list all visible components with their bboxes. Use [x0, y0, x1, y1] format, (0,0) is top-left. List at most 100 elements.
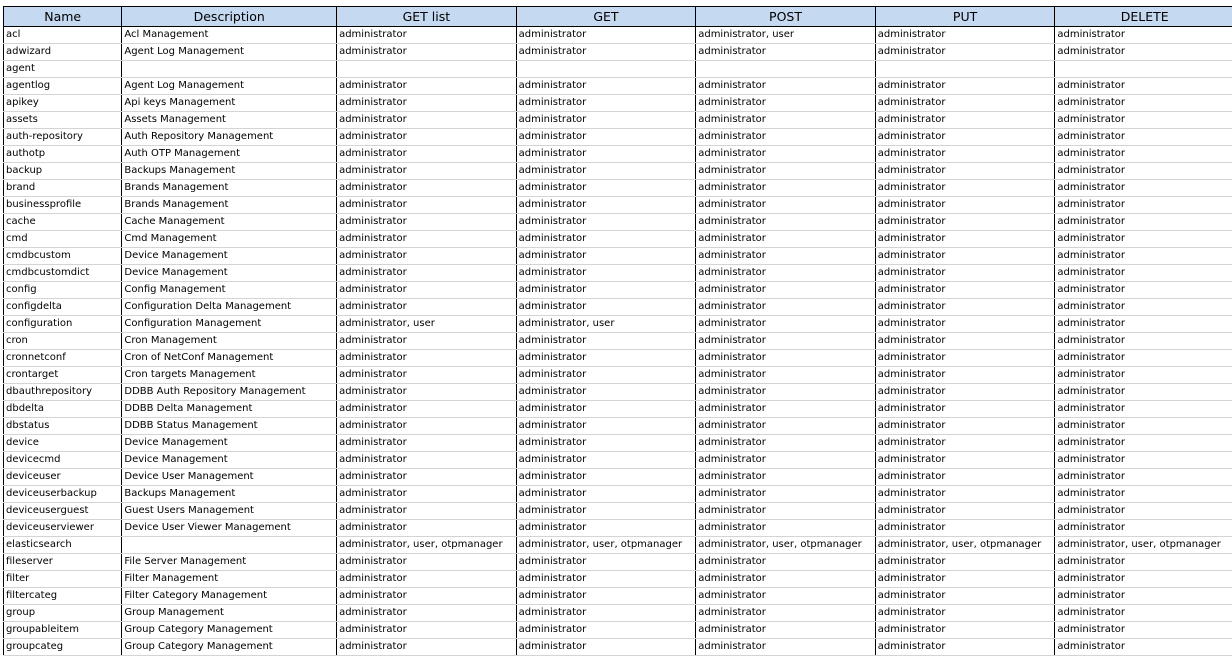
cell-get: administrator — [516, 367, 696, 384]
cell-delete: administrator, user, otpmanager — [1055, 537, 1232, 554]
table-row: adwizardAgent Log Managementadministrato… — [4, 44, 1232, 61]
cell-name: fileserver — [4, 554, 122, 571]
cell-description: Acl Management — [122, 27, 337, 44]
cell-name: agentlog — [4, 78, 122, 95]
cell-put: administrator — [875, 27, 1055, 44]
cell-put: administrator — [875, 44, 1055, 61]
cell-description: Backups Management — [122, 163, 337, 180]
cell-description: Guest Users Management — [122, 503, 337, 520]
cell-put: administrator — [875, 214, 1055, 231]
cell-put: administrator — [875, 452, 1055, 469]
cell-put — [875, 61, 1055, 78]
cell-put: administrator — [875, 520, 1055, 537]
cell-name: deviceuserviewer — [4, 520, 122, 537]
cell-description: Configuration Delta Management — [122, 299, 337, 316]
cell-post: administrator — [696, 554, 876, 571]
cell-delete: administrator — [1055, 214, 1232, 231]
cell-post: administrator — [696, 520, 876, 537]
cell-get: administrator — [516, 554, 696, 571]
table-row: deviceuserDevice User Managementadminist… — [4, 469, 1232, 486]
cell-get: administrator — [516, 265, 696, 282]
cell-get-list: administrator — [337, 214, 517, 231]
cell-post: administrator — [696, 588, 876, 605]
cell-description: Device User Management — [122, 469, 337, 486]
header-description: Description — [122, 7, 337, 27]
cell-delete: administrator — [1055, 163, 1232, 180]
cell-delete: administrator — [1055, 503, 1232, 520]
cell-put: administrator — [875, 146, 1055, 163]
cell-put: administrator — [875, 605, 1055, 622]
cell-name: cron — [4, 333, 122, 350]
cell-get: administrator — [516, 384, 696, 401]
cell-get: administrator — [516, 622, 696, 639]
cell-post: administrator — [696, 435, 876, 452]
cell-post: administrator — [696, 282, 876, 299]
table-row: cronCron Managementadministratoradminist… — [4, 333, 1232, 350]
cell-description: Brands Management — [122, 197, 337, 214]
cell-name: businessprofile — [4, 197, 122, 214]
cell-put: administrator — [875, 95, 1055, 112]
cell-name: configuration — [4, 316, 122, 333]
cell-description: Device Management — [122, 248, 337, 265]
table-row: fileserverFile Server Managementadminist… — [4, 554, 1232, 571]
cell-put: administrator — [875, 418, 1055, 435]
cell-get: administrator — [516, 503, 696, 520]
cell-name: dbauthrepository — [4, 384, 122, 401]
cell-description: Device Management — [122, 452, 337, 469]
cell-delete: administrator — [1055, 316, 1232, 333]
cell-description: DDBB Auth Repository Management — [122, 384, 337, 401]
cell-name: elasticsearch — [4, 537, 122, 554]
cell-post: administrator — [696, 605, 876, 622]
cell-get: administrator — [516, 571, 696, 588]
table-row: agent — [4, 61, 1232, 78]
cell-get: administrator — [516, 214, 696, 231]
cell-name: assets — [4, 112, 122, 129]
cell-post: administrator — [696, 469, 876, 486]
table-row: businessprofileBrands Management administ… — [4, 197, 1232, 214]
cell-get-list: administrator — [337, 435, 517, 452]
cell-post: administrator — [696, 622, 876, 639]
cell-delete: administrator — [1055, 112, 1232, 129]
cell-post: administrator — [696, 316, 876, 333]
table-row: dbdeltaDDBB Delta Managementadministrato… — [4, 401, 1232, 418]
cell-get-list: administrator — [337, 44, 517, 61]
cell-get-list: administrator — [337, 248, 517, 265]
cell-description: Brands Management — [122, 180, 337, 197]
cell-name: backup — [4, 163, 122, 180]
cell-post: administrator — [696, 214, 876, 231]
cell-get-list: administrator, user — [337, 316, 517, 333]
cell-get: administrator, user, otpmanager — [516, 537, 696, 554]
cell-delete: administrator — [1055, 197, 1232, 214]
cell-put: administrator — [875, 588, 1055, 605]
cell-name: cache — [4, 214, 122, 231]
cell-description: Configuration Management — [122, 316, 337, 333]
cell-delete: administrator — [1055, 248, 1232, 265]
cell-delete — [1055, 61, 1232, 78]
cell-get-list: administrator — [337, 401, 517, 418]
cell-description: Auth Repository Management — [122, 129, 337, 146]
cell-description — [122, 61, 337, 78]
cell-put: administrator — [875, 197, 1055, 214]
header-row: Name Description GET list GET POST PUT D… — [4, 7, 1232, 27]
cell-post: administrator — [696, 350, 876, 367]
cell-get-list: administrator — [337, 299, 517, 316]
cell-delete: administrator — [1055, 95, 1232, 112]
cell-put: administrator — [875, 622, 1055, 639]
table-row: cacheCache Managementadministratoradmini… — [4, 214, 1232, 231]
cell-delete: administrator — [1055, 282, 1232, 299]
cell-delete: administrator — [1055, 78, 1232, 95]
cell-delete: administrator — [1055, 146, 1232, 163]
cell-get-list: administrator — [337, 180, 517, 197]
table-row: assetsAssets Managementadministratoradmi… — [4, 112, 1232, 129]
cell-put: administrator — [875, 163, 1055, 180]
table-row: elasticsearch administrator, user, otpman… — [4, 537, 1232, 554]
cell-delete: administrator — [1055, 299, 1232, 316]
cell-post: administrator, user — [696, 27, 876, 44]
table-row: aclAcl Managementadministratoradministra… — [4, 27, 1232, 44]
cell-delete: administrator — [1055, 588, 1232, 605]
cell-put: administrator — [875, 333, 1055, 350]
table-row: apikeyApi keys Managementadministratorad… — [4, 95, 1232, 112]
cell-get-list: administrator — [337, 112, 517, 129]
table-row: groupcategGroup Category Managementadmin… — [4, 639, 1232, 656]
cell-delete: administrator — [1055, 231, 1232, 248]
